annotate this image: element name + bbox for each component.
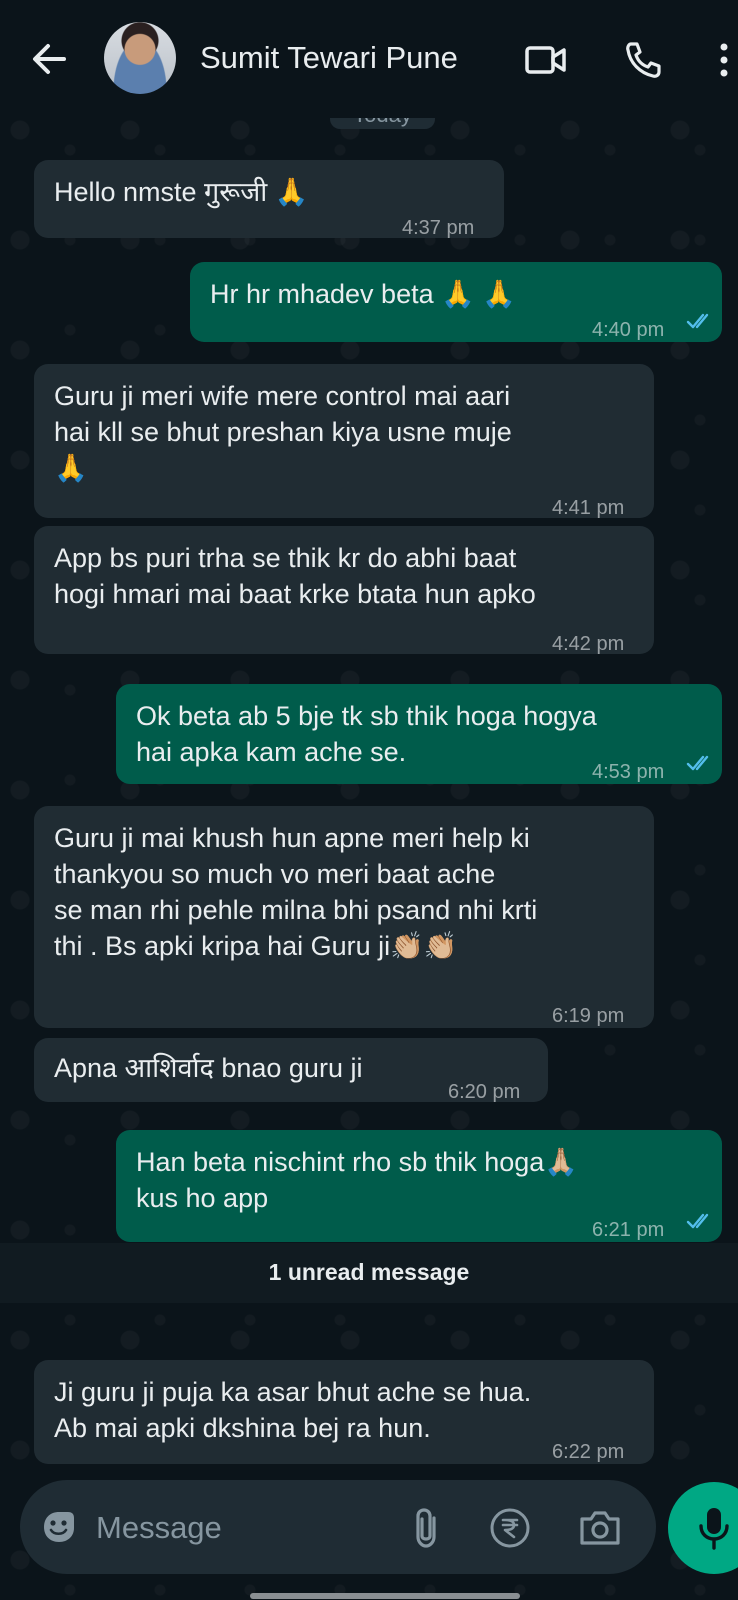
unread-banner: 1 unread message [0,1243,738,1303]
message-text: Ok beta ab 5 bje tk sb thik hoga hogya h… [136,701,597,767]
more-vert-icon[interactable] [716,40,732,80]
message-time: 4:53 pm [592,761,665,783]
chat-header: Sumit Tewari Pune [0,0,738,118]
message-time: 4:42 pm [552,633,625,655]
message-text: App bs puri trha se thik kr do abhi baat… [54,543,536,609]
contact-avatar[interactable] [104,22,176,94]
message-text: Guru ji mai khush hun apne meri help ki … [54,823,538,961]
mic-icon [699,1508,729,1550]
message-input[interactable] [94,1502,398,1554]
message-text: Hr hr mhadev beta 🙏 🙏 [210,279,516,309]
attach-icon[interactable] [410,1506,446,1550]
message-incoming[interactable]: Ji guru ji puja ka asar bhut ache se hua… [34,1360,654,1464]
read-receipt-icon [686,313,709,329]
message-composer [20,1480,656,1574]
message-incoming[interactable]: Hello nmste गुरूजी 🙏 4:37 pm [34,160,504,239]
message-time: 6:19 pm [552,1005,625,1027]
message-incoming[interactable]: Guru ji mai khush hun apne meri help ki … [34,806,654,1028]
home-indicator [250,1593,520,1599]
message-outgoing[interactable]: Ok beta ab 5 bje tk sb thik hoga hogya h… [116,684,722,784]
message-text: Han beta nischint rho sb thik hoga🙏🏼 kus… [136,1147,578,1213]
message-incoming[interactable]: Guru ji meri wife mere control mai aari … [34,364,654,519]
emoji-sticker-icon[interactable] [38,1506,80,1548]
back-arrow-icon[interactable] [28,38,70,80]
contact-name[interactable]: Sumit Tewari Pune [200,40,458,76]
read-receipt-icon [686,755,709,771]
read-receipt-icon [686,1213,709,1229]
rupee-payment-icon[interactable] [488,1506,532,1550]
message-text: Apna आशिर्वाद bnao guru ji [54,1053,363,1083]
message-time: 6:20 pm [448,1081,521,1103]
video-call-icon[interactable] [524,40,568,80]
message-time: 4:41 pm [552,497,625,519]
message-time: 4:37 pm [402,217,475,239]
message-incoming[interactable]: Apna आशिर्वाद bnao guru ji 6:20 pm [34,1038,548,1103]
unread-banner-text: 1 unread message [268,1259,470,1285]
message-text: Guru ji meri wife mere control mai aari … [54,381,512,483]
message-incoming[interactable]: App bs puri trha se thik kr do abhi baat… [34,526,654,655]
message-text: Hello nmste गुरूजी 🙏 [54,177,309,207]
camera-icon[interactable] [578,1508,622,1548]
message-text: Ji guru ji puja ka asar bhut ache se hua… [54,1377,532,1443]
message-time: 6:22 pm [552,1441,625,1463]
message-outgoing[interactable]: Hr hr mhadev beta 🙏 🙏 4:40 pm [190,262,722,342]
message-outgoing[interactable]: Han beta nischint rho sb thik hoga🙏🏼 kus… [116,1130,722,1242]
message-time: 4:40 pm [592,319,665,341]
phone-call-icon[interactable] [622,40,666,80]
